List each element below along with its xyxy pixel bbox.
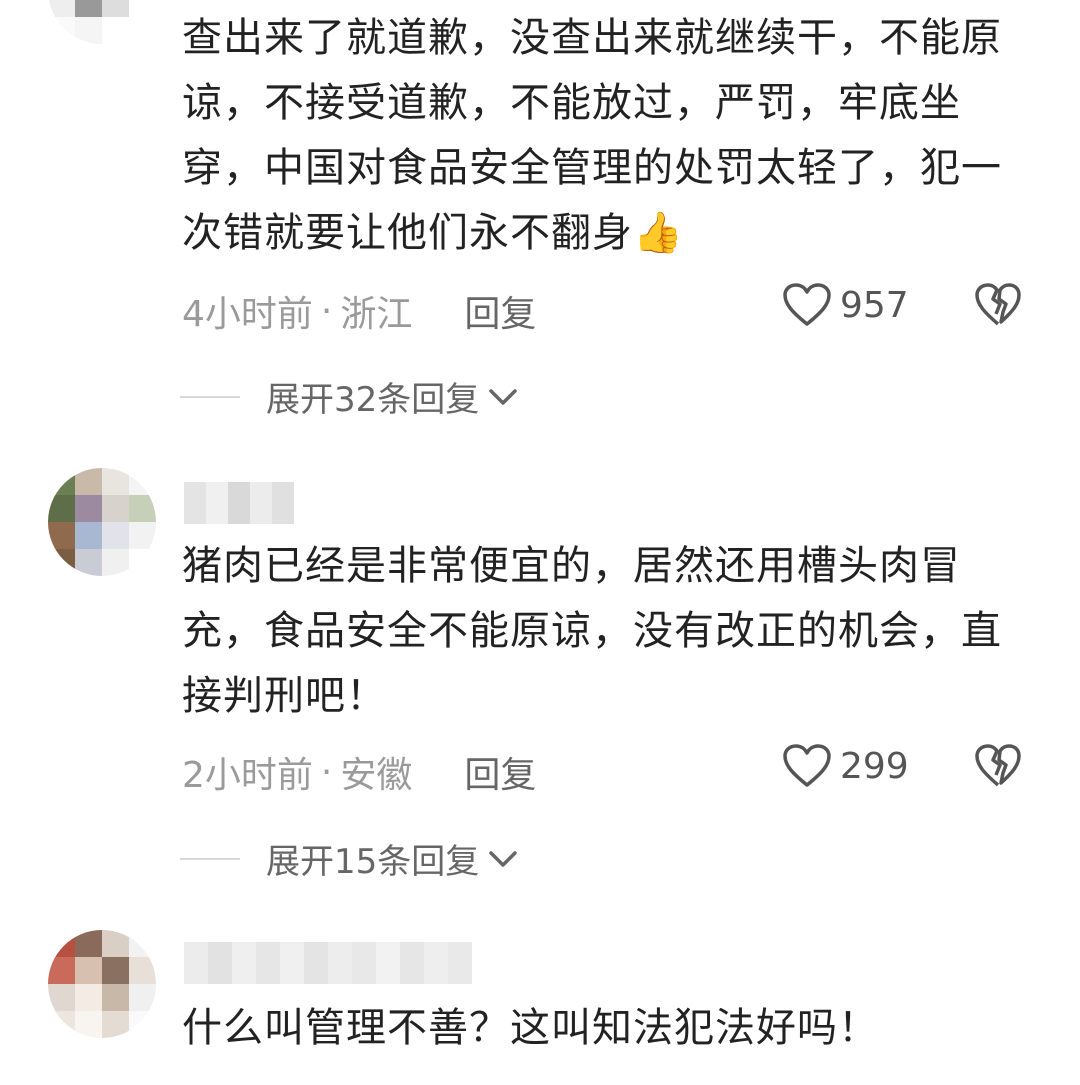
comment-text: 什么叫管理不善？这叫知法犯法好吗！ — [182, 1005, 879, 1051]
comment-region: 浙江 — [340, 294, 413, 335]
divider-line — [180, 395, 240, 398]
meta-separator: · — [320, 290, 333, 332]
like-button[interactable]: 299 — [782, 743, 909, 789]
comment-meta: 4小时前 · 浙江 回复 — [182, 285, 536, 337]
chevron-down-icon — [489, 850, 518, 867]
reply-button[interactable]: 回复 — [464, 746, 536, 798]
meta-separator: · — [320, 751, 333, 793]
broken-heart-icon — [975, 744, 1021, 787]
heart-outline-icon — [783, 283, 831, 326]
avatar[interactable] — [48, 0, 156, 44]
comment-region: 安徽 — [340, 755, 413, 796]
expand-replies-button[interactable]: 展开15条回复 — [180, 834, 519, 883]
dislike-button[interactable] — [974, 282, 1022, 332]
divider-line — [180, 857, 240, 860]
avatar[interactable] — [48, 468, 156, 576]
dislike-button[interactable] — [974, 743, 1022, 793]
like-count: 299 — [840, 745, 909, 787]
username-blurred[interactable] — [184, 482, 294, 524]
comment-time: 2小时前 — [182, 755, 313, 796]
comment-text: 查出来了就道歉，没查出来就继续干，不能原谅，不接受道歉，不能放过，严罚，牢底坐穿… — [182, 15, 1002, 256]
comment-text: 猪肉已经是非常便宜的，居然还用槽头肉冒充，食品安全不能原谅，没有改正的机会，直接… — [182, 543, 1002, 719]
like-count: 957 — [840, 284, 909, 326]
like-button[interactable]: 957 — [782, 282, 909, 328]
avatar[interactable] — [48, 930, 156, 1038]
comment-meta: 2小时前 · 安徽 回复 — [182, 746, 536, 798]
username-blurred[interactable] — [184, 942, 472, 984]
expand-replies-button[interactable]: 展开32条回复 — [180, 372, 519, 421]
chevron-down-icon — [489, 388, 518, 405]
reply-button[interactable]: 回复 — [464, 285, 536, 337]
broken-heart-icon — [975, 283, 1021, 326]
comment-time: 4小时前 — [182, 294, 313, 335]
expand-replies-label: 展开32条回复 — [266, 380, 480, 420]
expand-replies-label: 展开15条回复 — [266, 842, 480, 882]
heart-outline-icon — [783, 744, 831, 787]
